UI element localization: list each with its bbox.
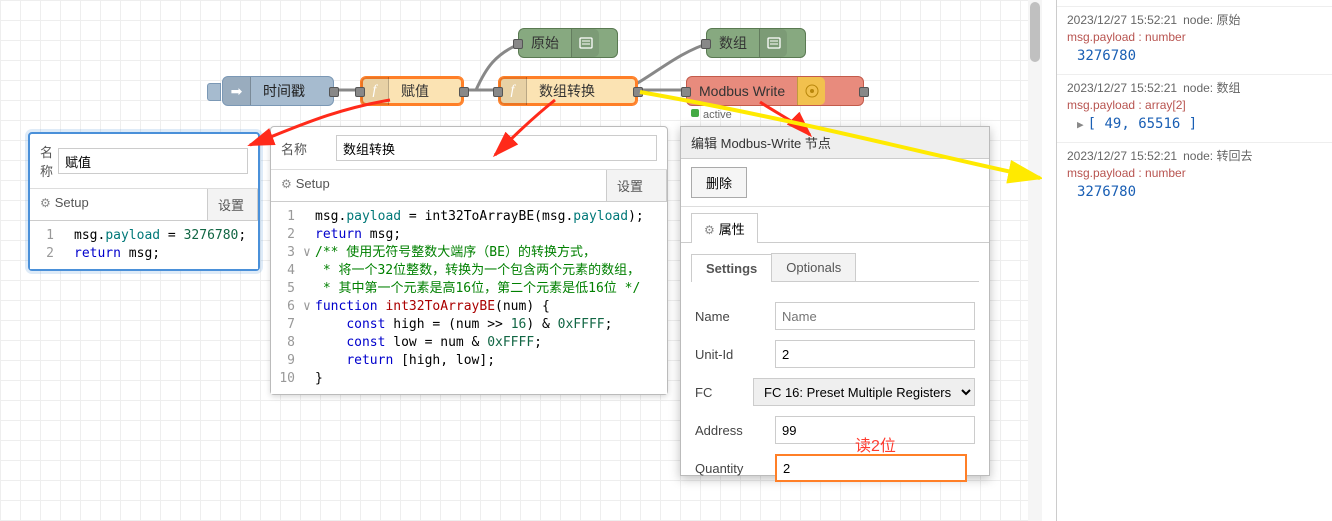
- debug-type: msg.payload : array[2]: [1067, 98, 1322, 112]
- tab-settings[interactable]: Settings: [691, 254, 772, 282]
- field-fc-label: FC: [695, 385, 753, 400]
- debug-type: msg.payload : number: [1067, 30, 1322, 44]
- name-label: 名称: [40, 142, 58, 180]
- output-port[interactable]: [633, 87, 643, 97]
- expand-icon[interactable]: ▶: [1077, 118, 1084, 131]
- annotation-read2: 读2位: [855, 432, 896, 456]
- debug-timestamp: 2023/12/27 15:52:21: [1067, 149, 1177, 163]
- modbus-icon: [797, 77, 825, 105]
- tab-settings[interactable]: 设置: [208, 189, 258, 220]
- status-text: active: [703, 109, 732, 121]
- function-icon: f: [361, 77, 389, 105]
- canvas-scrollbar[interactable]: [1028, 0, 1042, 521]
- dialog-title: 编辑 Modbus-Write 节点: [681, 127, 989, 159]
- node-label: 时间戳: [251, 81, 317, 101]
- debug-value[interactable]: ▶[ 49, 65516 ]: [1067, 116, 1322, 132]
- node-label: Modbus Write: [687, 83, 797, 99]
- code-editor[interactable]: 1msg.payload = 3276780; 2return msg;: [30, 221, 258, 269]
- node-label: 原始: [519, 33, 571, 53]
- tab-label: Setup: [55, 195, 89, 210]
- input-port[interactable]: [701, 39, 711, 49]
- output-port[interactable]: [859, 87, 869, 97]
- debug-icon: [759, 29, 787, 57]
- tab-settings[interactable]: 设置: [607, 170, 667, 201]
- gear-icon: ⚙: [281, 177, 292, 191]
- name-input[interactable]: [58, 148, 248, 174]
- debug-node: node: 数组: [1183, 81, 1240, 95]
- node-debug-array[interactable]: 数组: [706, 28, 806, 58]
- inject-icon: ➡: [223, 77, 251, 105]
- output-port[interactable]: [459, 87, 469, 97]
- name-input[interactable]: [336, 135, 657, 161]
- field-fc-select[interactable]: FC 16: Preset Multiple Registers: [753, 378, 975, 406]
- tab-label: Setup: [296, 176, 330, 191]
- debug-message[interactable]: 2023/12/27 15:52:21 node: 数组 msg.payload …: [1057, 74, 1332, 142]
- debug-value: 3276780: [1067, 48, 1322, 64]
- field-unitid-input[interactable]: [775, 340, 975, 368]
- output-port[interactable]: [329, 87, 339, 97]
- node-debug-raw[interactable]: 原始: [518, 28, 618, 58]
- debug-timestamp: 2023/12/27 15:52:21: [1067, 81, 1177, 95]
- field-quantity-input[interactable]: [775, 454, 967, 482]
- field-address-label: Address: [695, 423, 775, 438]
- function-editor-panel-2[interactable]: 名称 ⚙ Setup 设置 1msg.payload = int32ToArray…: [270, 126, 668, 395]
- status-dot: [691, 109, 699, 117]
- input-port[interactable]: [681, 87, 691, 97]
- debug-type: msg.payload : number: [1067, 166, 1322, 180]
- edit-modbus-write-dialog[interactable]: 编辑 Modbus-Write 节点 删除 ⚙ 属性 Settings Optio…: [680, 126, 990, 476]
- gear-icon: ⚙: [704, 223, 715, 237]
- input-port[interactable]: [493, 87, 503, 97]
- debug-sidebar[interactable]: 2023/12/27 15:52:21 node: 原始 msg.payload …: [1056, 0, 1332, 521]
- tab-setup[interactable]: ⚙ Setup: [271, 170, 607, 201]
- input-port[interactable]: [513, 39, 523, 49]
- debug-message[interactable]: 2023/12/27 15:52:21 node: 转回去 msg.payload…: [1057, 142, 1332, 210]
- node-function-assign[interactable]: f 赋值: [360, 76, 464, 106]
- tab-properties[interactable]: ⚙ 属性: [691, 213, 758, 243]
- node-label: 赋值: [389, 81, 441, 101]
- field-name-input[interactable]: [775, 302, 975, 330]
- flow-canvas[interactable]: ➡ 时间戳 f 赋值 f 数组转换 原始 数组 Modbus Write: [0, 0, 1042, 521]
- debug-message[interactable]: 2023/12/27 15:52:21 node: 原始 msg.payload …: [1057, 6, 1332, 74]
- tab-optionals[interactable]: Optionals: [771, 253, 856, 281]
- function-icon: f: [499, 77, 527, 105]
- name-label: 名称: [281, 139, 336, 158]
- node-label: 数组转换: [527, 81, 607, 101]
- debug-icon: [571, 29, 599, 57]
- tab-label: 属性: [719, 222, 745, 237]
- field-quantity-label: Quantity: [695, 461, 775, 476]
- node-label: 数组: [707, 33, 759, 53]
- tab-label: Settings: [706, 261, 757, 276]
- inject-button[interactable]: [207, 83, 221, 101]
- input-port[interactable]: [355, 87, 365, 97]
- delete-button[interactable]: 删除: [691, 167, 747, 198]
- debug-timestamp: 2023/12/27 15:52:21: [1067, 13, 1177, 27]
- debug-value: 3276780: [1067, 184, 1322, 200]
- gear-icon: ⚙: [40, 196, 51, 210]
- node-inject-timestamp[interactable]: ➡ 时间戳: [222, 76, 334, 106]
- debug-node: node: 转回去: [1183, 149, 1252, 163]
- node-function-array-convert[interactable]: f 数组转换: [498, 76, 638, 106]
- code-editor[interactable]: 1msg.payload = int32ToArrayBE(msg.payloa…: [271, 202, 667, 394]
- field-name-label: Name: [695, 309, 775, 324]
- function-editor-panel-1[interactable]: 名称 ⚙ Setup 设置 1msg.payload = 3276780; 2re…: [28, 132, 260, 271]
- field-unitid-label: Unit-Id: [695, 347, 775, 362]
- tab-setup[interactable]: ⚙ Setup: [30, 189, 208, 220]
- node-modbus-write[interactable]: Modbus Write active: [686, 76, 864, 106]
- debug-node: node: 原始: [1183, 13, 1240, 27]
